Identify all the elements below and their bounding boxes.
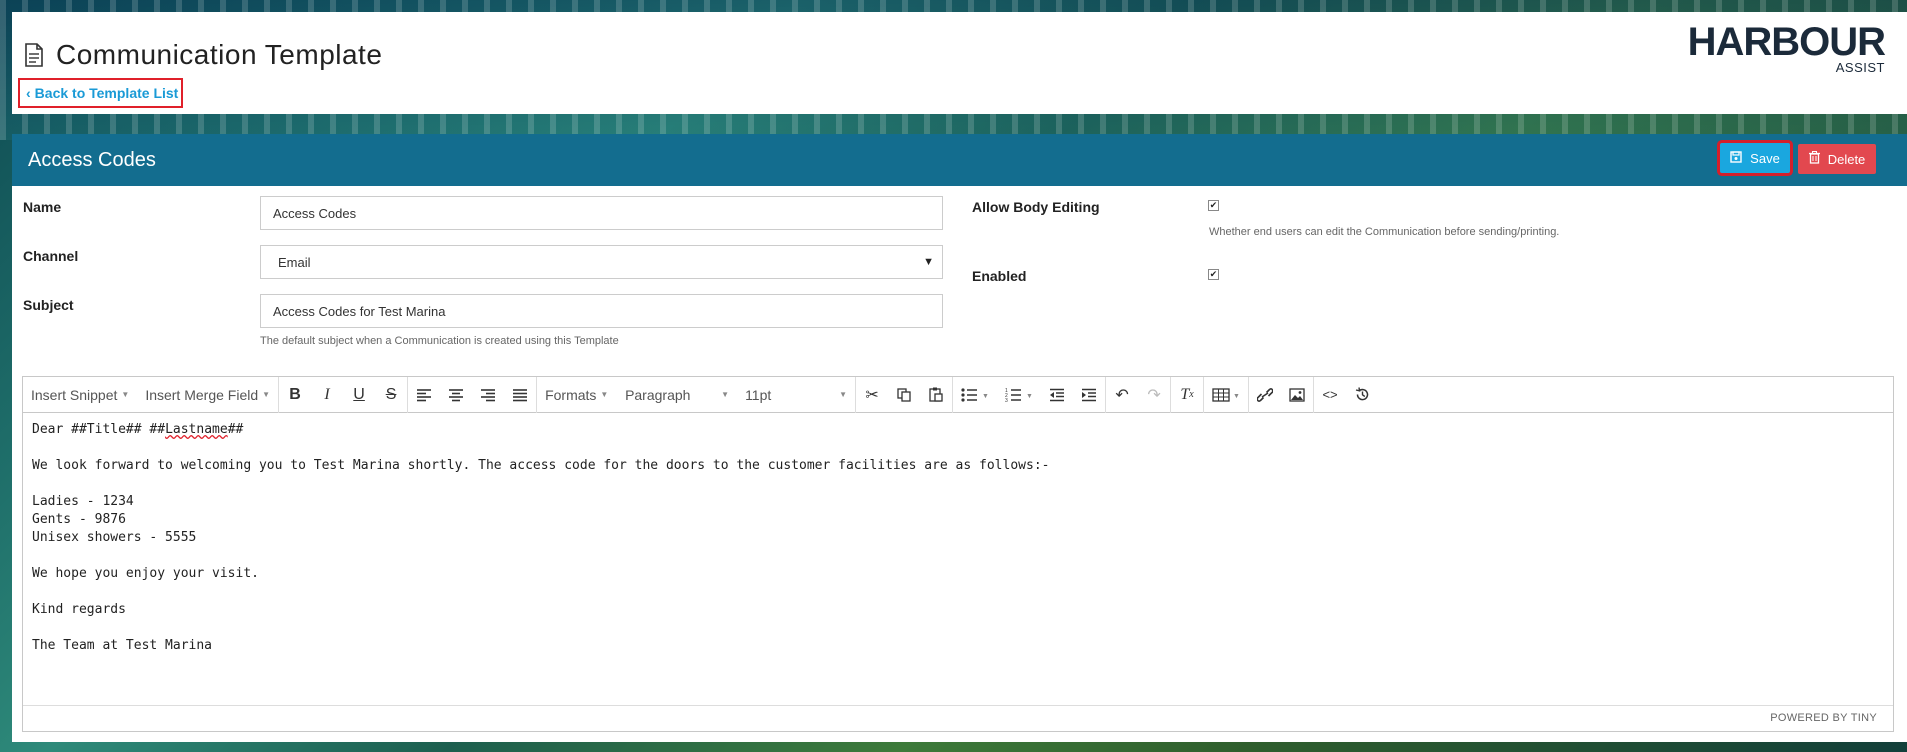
- cut-icon[interactable]: ✂: [856, 377, 888, 413]
- document-icon: [24, 43, 44, 67]
- strikethrough-icon[interactable]: S: [375, 377, 407, 413]
- insert-snippet-dropdown[interactable]: Insert Snippet ▼: [23, 377, 137, 413]
- page-header: Communication Template ‹ Back to Templat…: [12, 12, 1907, 114]
- link-icon[interactable]: [1249, 377, 1281, 413]
- image-icon[interactable]: [1281, 377, 1313, 413]
- delete-label: Delete: [1827, 151, 1866, 167]
- powered-by-tiny-label[interactable]: POWERED BY TINY: [1770, 712, 1877, 724]
- name-input[interactable]: Access Codes: [260, 196, 943, 230]
- enabled-label: Enabled: [972, 268, 1027, 284]
- svg-text:3: 3: [1005, 398, 1008, 402]
- editor-toolbar: Insert Snippet ▼ Insert Merge Field ▼ B I …: [23, 376, 1893, 413]
- paste-icon[interactable]: [920, 377, 952, 413]
- channel-select[interactable]: Email ▼: [260, 245, 943, 279]
- caret-down-icon: ▼: [839, 390, 848, 399]
- italic-icon[interactable]: I: [311, 377, 343, 413]
- formats-dropdown[interactable]: Formats ▼: [537, 377, 617, 413]
- subject-label: Subject: [23, 297, 74, 313]
- delete-button[interactable]: Delete: [1798, 144, 1876, 174]
- body-line: The Team at Test Marina: [32, 638, 213, 653]
- body-line: Unisex showers - 5555: [32, 530, 197, 545]
- align-center-icon[interactable]: [440, 377, 472, 413]
- svg-text:▼: ▼: [1233, 393, 1240, 400]
- redo-icon[interactable]: ↷: [1138, 377, 1170, 413]
- body-line: Ladies - 1234: [32, 494, 134, 509]
- bold-icon[interactable]: B: [279, 377, 311, 413]
- caret-down-icon: ▼: [600, 390, 609, 399]
- allow-body-editing-label: Allow Body Editing: [972, 199, 1100, 215]
- save-label: Save: [1750, 150, 1780, 166]
- source-code-icon[interactable]: <>: [1314, 377, 1346, 413]
- channel-label: Channel: [23, 248, 79, 264]
- clear-formatting-icon[interactable]: Tx: [1171, 377, 1203, 413]
- allow-body-editing-help: Whether end users can edit the Communica…: [1209, 226, 1560, 238]
- caret-down-icon: ▼: [262, 390, 271, 399]
- align-left-icon[interactable]: [408, 377, 440, 413]
- align-justify-icon[interactable]: [504, 377, 536, 413]
- body-line: We hope you enjoy your visit.: [32, 566, 259, 581]
- caret-down-icon: ▼: [721, 390, 730, 399]
- body-line: We look forward to welcoming you to Test…: [32, 458, 1050, 473]
- subject-input[interactable]: Access Codes for Test Marina: [260, 294, 943, 328]
- allow-body-editing-checkbox[interactable]: ✔: [1208, 200, 1219, 211]
- numbered-list-icon[interactable]: 1 2 3 ▼: [997, 377, 1041, 413]
- body-line: Kind regards: [32, 602, 126, 617]
- svg-text:▼: ▼: [982, 393, 989, 400]
- subject-help-text: The default subject when a Communication…: [260, 335, 619, 347]
- page-title: Communication Template: [56, 39, 383, 70]
- editor-content[interactable]: Dear ##Title## ##Lastname## We look forw…: [23, 413, 1893, 705]
- save-icon: [1730, 150, 1742, 166]
- caret-down-icon: ▼: [923, 256, 934, 268]
- body-line: Gents - 9876: [32, 512, 126, 527]
- chevron-left-icon: ‹: [26, 85, 31, 101]
- caret-down-icon: ▼: [121, 390, 130, 399]
- indent-icon[interactable]: [1073, 377, 1105, 413]
- back-to-template-list-link[interactable]: ‹ Back to Template List: [18, 78, 183, 108]
- panel-header: Access Codes Save Delete: [12, 134, 1907, 186]
- underline-icon[interactable]: U: [343, 377, 375, 413]
- font-size-dropdown[interactable]: 11pt ▼: [737, 377, 855, 413]
- name-label: Name: [23, 199, 62, 215]
- undo-icon[interactable]: ↶: [1106, 377, 1138, 413]
- back-link-label: Back to Template List: [34, 85, 179, 101]
- table-icon[interactable]: ▼: [1204, 377, 1248, 413]
- panel-title: Access Codes: [28, 148, 156, 171]
- rich-text-editor: Insert Snippet ▼ Insert Merge Field ▼ B I …: [22, 376, 1894, 732]
- harbour-assist-logo: HARBOUR ASSIST: [1687, 20, 1886, 75]
- paragraph-dropdown[interactable]: Paragraph ▼: [617, 377, 737, 413]
- insert-merge-field-dropdown[interactable]: Insert Merge Field ▼: [137, 377, 278, 413]
- bullet-list-icon[interactable]: ▼: [953, 377, 997, 413]
- editor-statusbar: POWERED BY TINY: [23, 705, 1893, 731]
- save-button[interactable]: Save: [1720, 143, 1790, 173]
- body-line: Dear ##Title## ##Lastname##: [32, 422, 244, 437]
- enabled-checkbox[interactable]: ✔: [1208, 269, 1219, 280]
- trash-icon: [1808, 151, 1820, 167]
- history-icon[interactable]: [1346, 377, 1378, 413]
- page-title-group: Communication Template: [24, 39, 382, 71]
- outdent-icon[interactable]: [1041, 377, 1073, 413]
- template-panel: Access Codes Save Delete Name Access Cod…: [12, 134, 1907, 742]
- copy-icon[interactable]: [888, 377, 920, 413]
- align-right-icon[interactable]: [472, 377, 504, 413]
- template-form: Name Access Codes Channel Email ▼ Subjec…: [12, 186, 1907, 376]
- svg-text:▼: ▼: [1026, 393, 1033, 400]
